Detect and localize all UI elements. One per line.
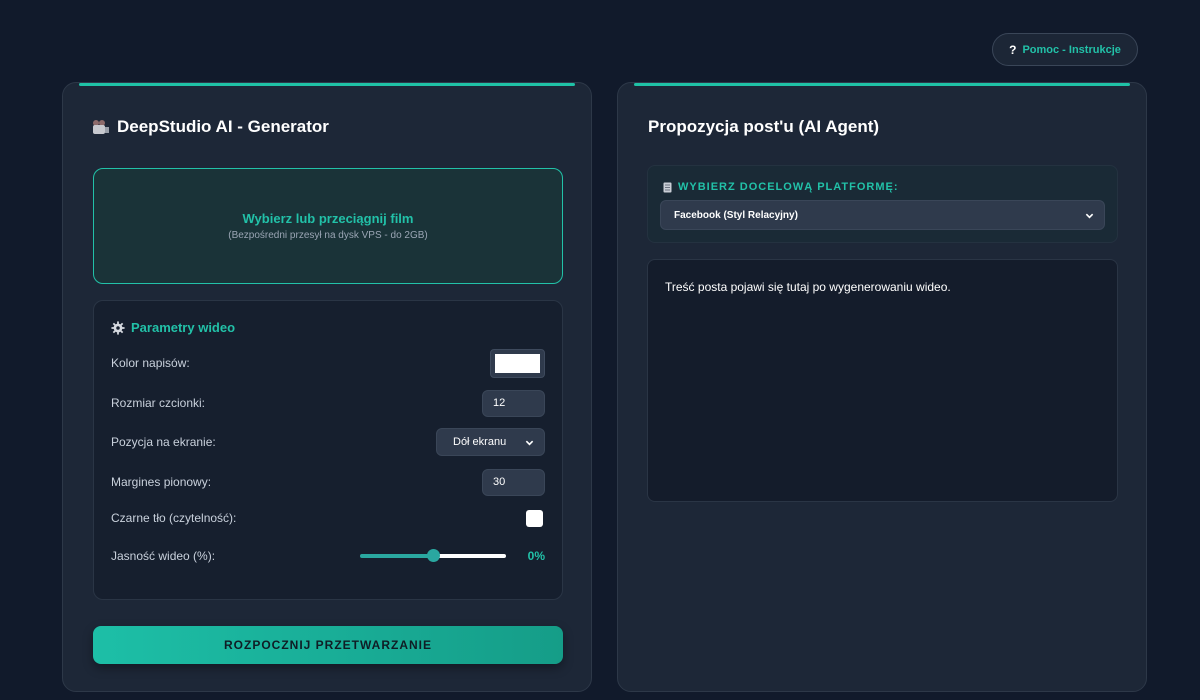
position-row: Pozycja na ekranie: Dół ekranu — [111, 428, 545, 456]
margin-label: Margines pionowy: — [111, 475, 212, 489]
text-color-label: Kolor napisów: — [111, 356, 190, 370]
question-icon: ? — [1009, 42, 1017, 57]
video-parameters-panel: Parametry wideo Kolor napisów: Rozmiar c… — [93, 300, 563, 600]
platform-label-text: WYBIERZ DOCELOWĄ PLATFORMĘ: — [678, 181, 899, 193]
gear-icon — [111, 320, 125, 335]
font-size-input[interactable] — [482, 389, 545, 417]
generator-card: DeepStudio AI - Generator Wybierz lub pr… — [62, 82, 592, 692]
brightness-slider[interactable] — [360, 548, 506, 564]
black-bg-row: Czarne tło (czytelność): — [111, 504, 545, 532]
margin-row: Margines pionowy: — [111, 468, 545, 496]
brightness-value: 0% — [527, 549, 545, 563]
font-size-label: Rozmiar czcionki: — [111, 396, 206, 410]
post-proposal-card: Propozycja post'u (AI Agent) WYBIERZ DOC… — [617, 82, 1147, 692]
generator-title-text: DeepStudio AI - Generator — [117, 117, 329, 136]
brightness-row: Jasność wideo (%): 0% — [111, 542, 545, 570]
help-button-label: Pomoc - Instrukcje — [1022, 43, 1121, 56]
position-select-value: Dół ekranu — [453, 436, 507, 448]
generator-title: DeepStudio AI - Generator — [93, 117, 329, 137]
chevron-down-icon — [525, 440, 534, 445]
position-select[interactable]: Dół ekranu — [436, 428, 545, 456]
dropzone-subtitle: (Bezpośredni przesył na dysk VPS - do 2G… — [228, 230, 428, 241]
help-button[interactable]: ? Pomoc - Instrukcje — [992, 33, 1138, 66]
parameters-title-text: Parametry wideo — [131, 320, 236, 335]
platform-label: WYBIERZ DOCELOWĄ PLATFORMĘ: — [663, 181, 899, 193]
parameters-title: Parametry wideo — [111, 320, 235, 335]
post-output[interactable]: Treść posta pojawi się tutaj po wygenero… — [647, 259, 1118, 502]
margin-input[interactable] — [482, 468, 545, 496]
text-color-row: Kolor napisów: — [111, 348, 545, 378]
chevron-down-icon — [1085, 213, 1094, 218]
slider-thumb[interactable] — [426, 549, 440, 562]
movie-camera-icon — [93, 120, 109, 134]
dropzone-title: Wybierz lub przeciągnij film — [242, 211, 414, 226]
document-icon — [663, 182, 672, 192]
brightness-label: Jasność wideo (%): — [111, 549, 216, 563]
post-placeholder: Treść posta pojawi się tutaj po wygenero… — [665, 280, 951, 294]
position-label: Pozycja na ekranie: — [111, 435, 216, 449]
font-size-row: Rozmiar czcionki: — [111, 389, 545, 417]
platform-select-value: Facebook (Styl Relacyjny) — [674, 209, 798, 221]
video-dropzone[interactable]: Wybierz lub przeciągnij film (Bezpośredn… — [93, 168, 563, 284]
post-proposal-title: Propozycja post'u (AI Agent) — [648, 117, 880, 136]
platform-panel: WYBIERZ DOCELOWĄ PLATFORMĘ: Facebook (St… — [647, 165, 1118, 243]
black-bg-checkbox[interactable] — [526, 509, 543, 527]
platform-select[interactable]: Facebook (Styl Relacyjny) — [660, 200, 1105, 230]
start-processing-button[interactable]: ROZPOCZNIJ PRZETWARZANIE — [93, 626, 563, 664]
text-color-picker[interactable] — [490, 348, 545, 378]
black-bg-label: Czarne tło (czytelność): — [111, 511, 237, 525]
